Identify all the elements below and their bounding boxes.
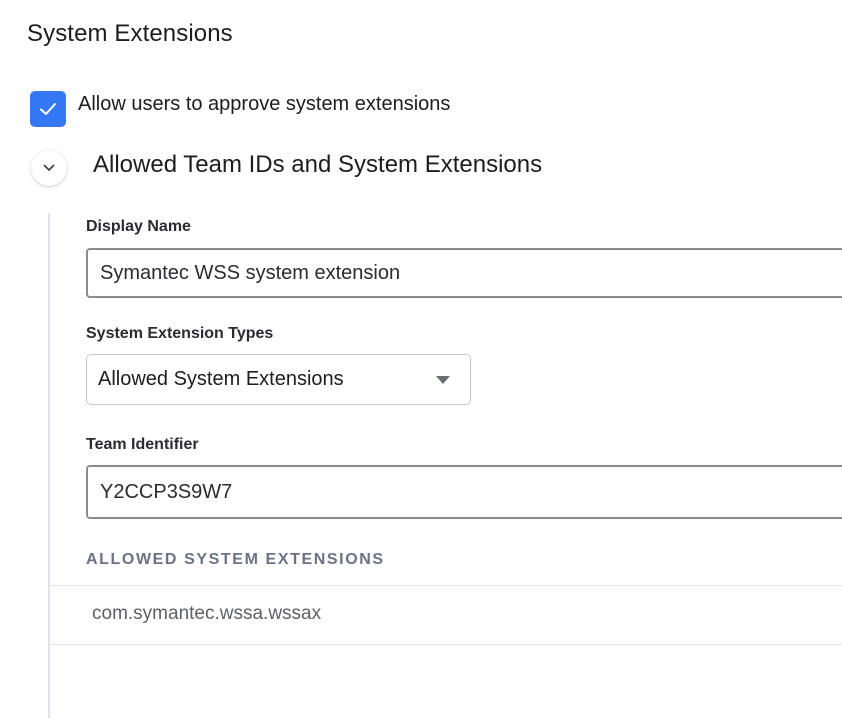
list-divider bbox=[50, 644, 842, 645]
allow-approve-checkbox[interactable] bbox=[30, 91, 66, 127]
checkmark-icon bbox=[40, 103, 56, 115]
allow-approve-label[interactable]: Allow users to approve system extensions bbox=[78, 93, 450, 116]
team-identifier-label: Team Identifier bbox=[86, 436, 199, 453]
group-title: Allowed Team IDs and System Extensions bbox=[93, 151, 543, 178]
display-name-label: Display Name bbox=[86, 218, 191, 235]
team-identifier-input[interactable]: Y2CCP3S9W7 bbox=[86, 465, 842, 519]
list-divider bbox=[50, 585, 842, 586]
caret-down-icon bbox=[436, 376, 450, 384]
section-title: System Extensions bbox=[27, 20, 233, 47]
extension-types-select[interactable]: Allowed System Extensions bbox=[86, 354, 471, 405]
chevron-down-icon bbox=[43, 164, 55, 171]
extension-types-label: System Extension Types bbox=[86, 325, 274, 342]
extension-types-selected: Allowed System Extensions bbox=[98, 368, 344, 390]
display-name-input[interactable]: Symantec WSS system extension bbox=[86, 248, 842, 298]
group-indent-line bbox=[48, 213, 50, 718]
allowed-extensions-header: ALLOWED SYSTEM EXTENSIONS bbox=[86, 551, 385, 568]
group-collapse-toggle[interactable] bbox=[31, 150, 67, 186]
list-item[interactable]: com.symantec.wssa.wssax bbox=[92, 603, 321, 625]
system-extensions-panel: System Extensions Allow users to approve… bbox=[0, 0, 842, 718]
